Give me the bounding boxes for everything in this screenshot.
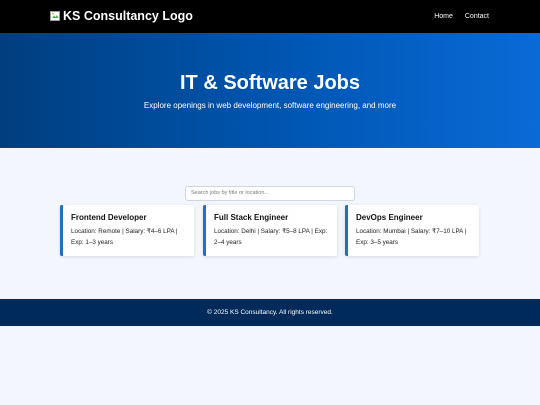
nav-contact-link[interactable]: Contact bbox=[465, 12, 489, 21]
job-details: Location: Delhi | Salary: ₹5–8 LPA | Exp… bbox=[214, 228, 328, 246]
copyright-text: © 2025 KS Consultancy. All rights reserv… bbox=[207, 309, 333, 316]
site-logo[interactable]: KS Consultancy Logo bbox=[50, 8, 193, 24]
broken-image-icon bbox=[50, 10, 61, 22]
job-card-full-stack-engineer[interactable]: Full Stack Engineer Location: Delhi | Sa… bbox=[203, 205, 337, 256]
job-list: Frontend Developer Location: Remote | Sa… bbox=[60, 205, 480, 257]
job-title: Full Stack Engineer bbox=[214, 213, 289, 222]
job-card-frontend-developer[interactable]: Frontend Developer Location: Remote | Sa… bbox=[60, 205, 194, 256]
search-input[interactable] bbox=[185, 185, 355, 201]
job-title: DevOps Engineer bbox=[356, 213, 423, 222]
page-title: IT & Software Jobs bbox=[179, 72, 361, 94]
job-details: Location: Mumbai | Salary: ₹7–10 LPA | E… bbox=[356, 228, 467, 246]
job-card-devops-engineer[interactable]: DevOps Engineer Location: Mumbai | Salar… bbox=[345, 205, 479, 256]
job-title: Frontend Developer bbox=[71, 213, 147, 222]
navbar: KS Consultancy Logo Home Contact bbox=[0, 0, 540, 33]
job-details: Location: Remote | Salary: ₹4–6 LPA | Ex… bbox=[71, 228, 178, 246]
logo-alt-text: KS Consultancy Logo bbox=[63, 9, 193, 23]
nav-home-link[interactable]: Home bbox=[434, 12, 453, 21]
hero-banner: IT & Software Jobs Explore openings in w… bbox=[0, 33, 540, 148]
main-nav: Home Contact bbox=[434, 12, 489, 21]
site-footer: © 2025 KS Consultancy. All rights reserv… bbox=[0, 299, 540, 326]
hero-subtitle: Explore openings in web development, sof… bbox=[143, 101, 397, 110]
search-bar bbox=[185, 181, 355, 201]
